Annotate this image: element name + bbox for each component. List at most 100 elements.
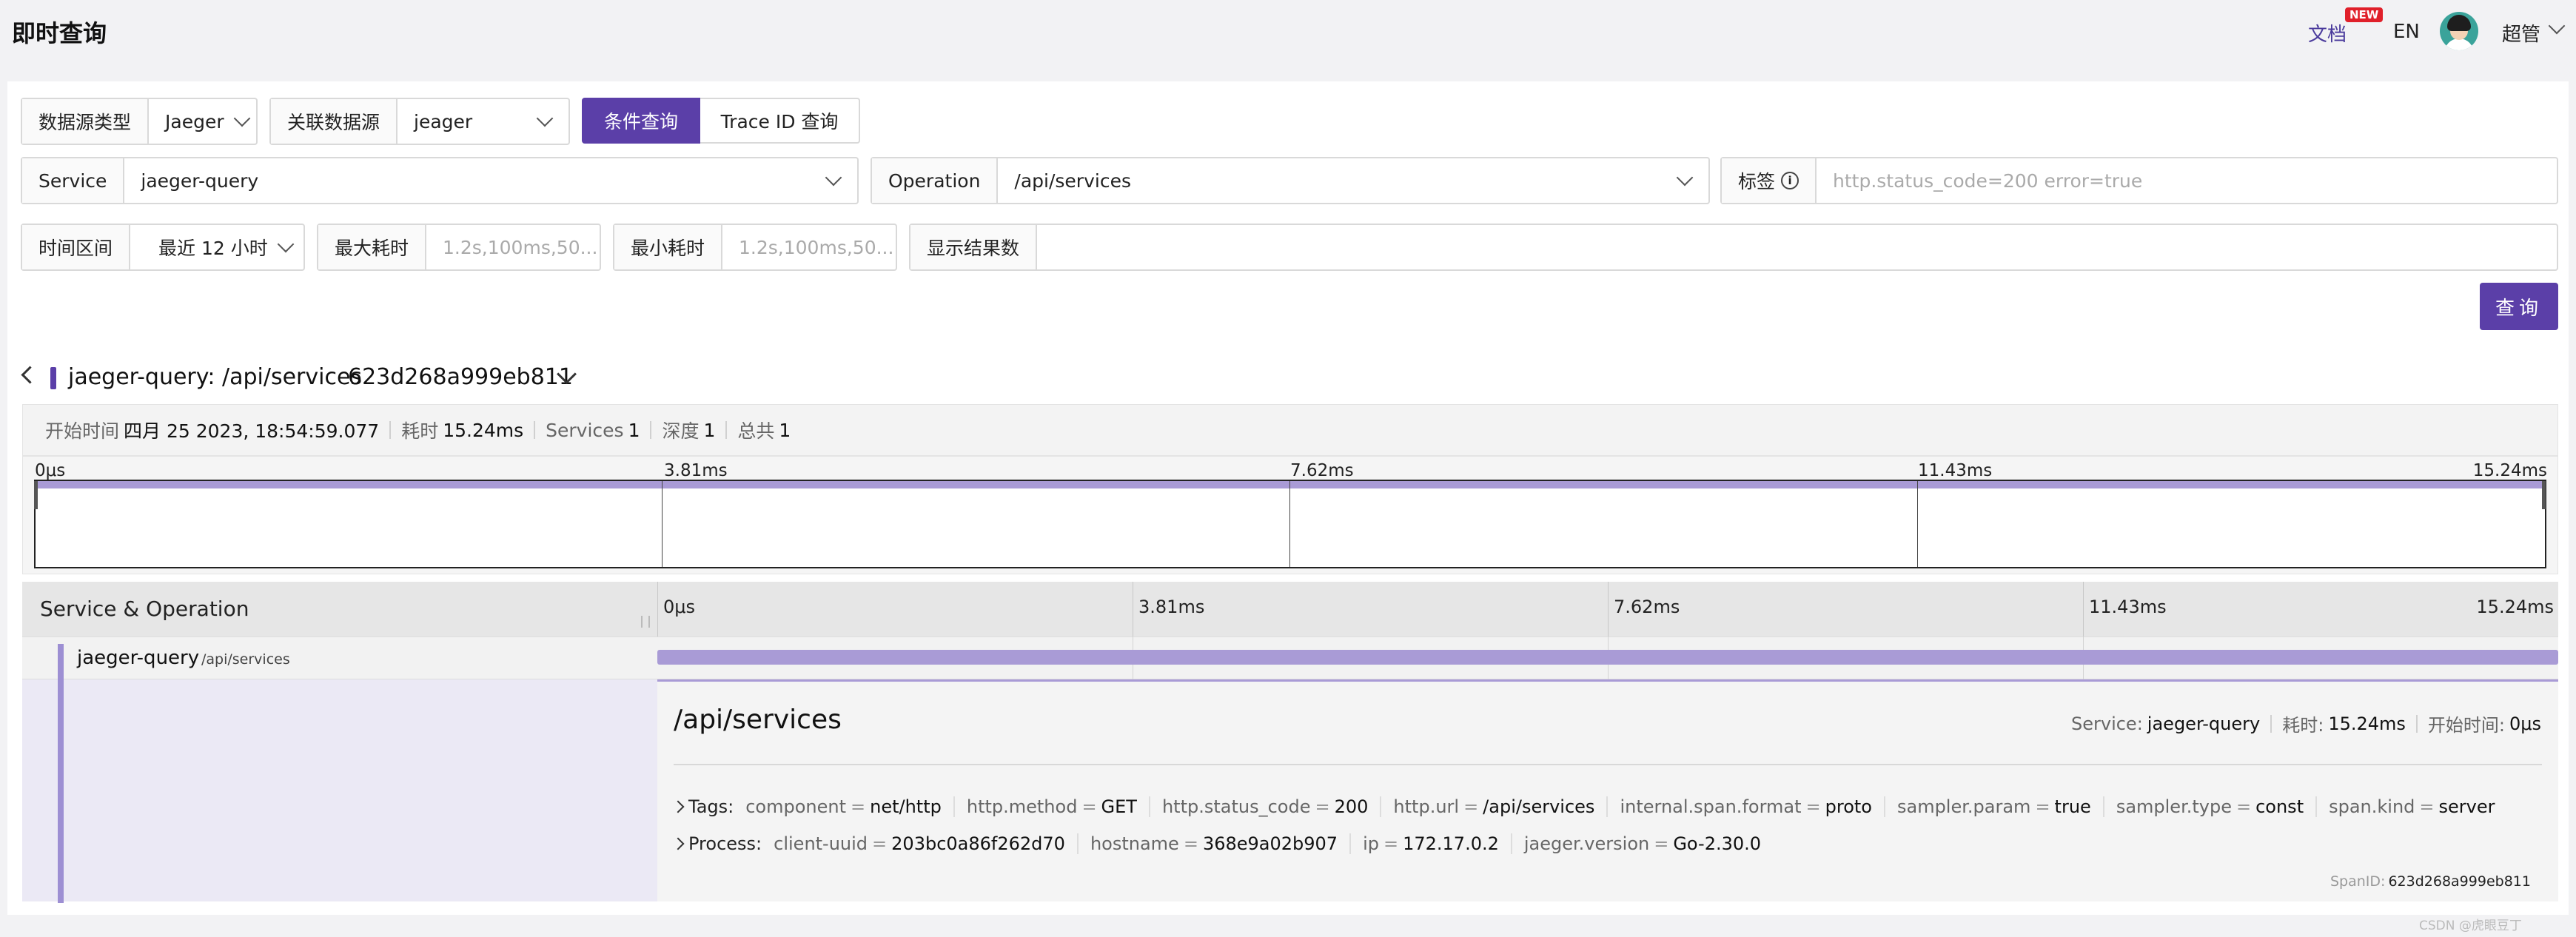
tag-value: /api/services — [1483, 796, 1595, 817]
process-key: client-uuid — [774, 833, 868, 854]
max-duration-label: 最大耗时 — [318, 225, 427, 269]
time-range-select[interactable]: 时间区间 最近 12 小时 — [21, 224, 305, 271]
tag-key: internal.span.format — [1620, 796, 1802, 817]
equals-sign: = — [1654, 833, 1669, 854]
kv-separator — [1349, 833, 1352, 854]
span-service-name[interactable]: jaeger-query — [77, 647, 199, 669]
title-accent-bar — [50, 367, 56, 389]
process-value: 172.17.0.2 — [1403, 833, 1499, 854]
minimap-gridline — [662, 481, 663, 567]
kv-separator — [1883, 796, 1885, 817]
tag-item: sampler.type = const — [2116, 796, 2304, 817]
max-duration-field[interactable]: 最大耗时 1.2s,100ms,50... — [317, 224, 601, 271]
span-id: SpanID: 623d268a999eb811 — [2330, 873, 2531, 890]
span-duration-bar[interactable] — [657, 650, 2558, 665]
service-select[interactable]: Service jaeger-query — [21, 157, 859, 204]
min-duration-label: 最小耗时 — [614, 225, 723, 269]
tag-value: server — [2438, 796, 2495, 817]
linked-datasource-label: 关联数据源 — [271, 99, 398, 144]
services-value: 1 — [628, 419, 640, 441]
result-limit-field[interactable]: 显示结果数 — [909, 224, 2558, 271]
tag-value: GET — [1101, 796, 1137, 817]
query-button[interactable]: 查询 — [2480, 283, 2558, 330]
operation-select[interactable]: Operation /api/services — [871, 157, 1710, 204]
tag-item: http.status_code = 200 — [1162, 796, 1368, 817]
username[interactable]: 超管 — [2502, 19, 2540, 47]
process-value: Go-2.30.0 — [1673, 833, 1762, 854]
language-switch[interactable]: EN — [2393, 21, 2420, 43]
timeline-tick: 15.24ms — [2476, 597, 2554, 617]
timeline-tick: 7.62ms — [1614, 597, 1680, 617]
detail-service-label: Service: — [2071, 713, 2143, 734]
kv-separator — [2315, 796, 2318, 817]
tags-field[interactable]: 标签 i http.status_code=200 error=true — [1720, 157, 2558, 204]
linked-datasource-value: jeager — [414, 110, 473, 132]
process-value: 203bc0a86f262d70 — [891, 833, 1065, 854]
total-label: 总共 — [737, 420, 775, 442]
process-row: Process: client-uuid = 203bc0a86f262d70 hos… — [671, 833, 1762, 854]
detail-service-value: jaeger-query — [2147, 713, 2261, 734]
docs-link[interactable]: 文档 — [2308, 19, 2347, 47]
kv-separator — [953, 796, 955, 817]
chevron-down-icon — [1676, 169, 1694, 187]
avatar[interactable] — [2440, 12, 2478, 50]
tag-item: span.kind = server — [2329, 796, 2495, 817]
min-duration-field[interactable]: 最小耗时 1.2s,100ms,50... — [613, 224, 897, 271]
timeline-tick: 0μs — [663, 597, 696, 617]
tag-key: component — [745, 796, 846, 817]
timeline-header — [22, 582, 2558, 637]
span-detail-meta: Service: jaeger-query 耗时: 15.24ms 开始时间: … — [2071, 711, 2541, 736]
tags-input[interactable]: http.status_code=200 error=true — [1833, 170, 2142, 192]
column-resize-handle[interactable] — [641, 616, 650, 628]
process-row-label: Process: — [688, 833, 762, 854]
duration-value: 15.24ms — [443, 419, 524, 441]
chevron-down-icon — [825, 169, 842, 187]
kv-separator — [1148, 796, 1150, 817]
minimap-gridline — [1289, 481, 1290, 567]
kv-separator — [1606, 796, 1609, 817]
tag-value: 200 — [1334, 796, 1369, 817]
chevron-right-icon[interactable] — [671, 800, 685, 813]
process-toggle[interactable]: Process: — [671, 833, 762, 854]
depth-value: 1 — [703, 419, 716, 441]
process-item: hostname = 368e9a02b907 — [1090, 833, 1338, 854]
service-label: Service — [22, 158, 125, 203]
info-icon[interactable]: i — [1781, 172, 1799, 189]
process-value: 368e9a02b907 — [1202, 833, 1338, 854]
process-item: ip = 172.17.0.2 — [1363, 833, 1499, 854]
kv-separator — [2102, 796, 2104, 817]
tab-trace-id-query[interactable]: Trace ID 查询 — [700, 98, 860, 144]
datasource-type-label: 数据源类型 — [22, 99, 150, 144]
minimap-canvas[interactable] — [34, 480, 2546, 568]
service-operation-header: Service & Operation — [40, 597, 249, 621]
chevron-right-icon[interactable] — [671, 837, 685, 850]
min-duration-input[interactable]: 1.2s,100ms,50... — [739, 237, 893, 258]
minimap-span-bar — [36, 481, 2545, 488]
trace-title: jaeger-query: /api/services — [68, 364, 363, 390]
chevron-down-icon[interactable] — [2548, 17, 2566, 35]
tag-value: proto — [1825, 796, 1872, 817]
minimap-tick: 15.24ms — [2472, 461, 2547, 480]
time-range-label: 时间区间 — [22, 225, 131, 269]
tags-toggle[interactable]: Tags: — [671, 796, 734, 817]
linked-datasource-select[interactable]: 关联数据源 jeager — [269, 98, 570, 145]
max-duration-input[interactable]: 1.2s,100ms,50... — [443, 237, 597, 258]
tags-row-label: Tags: — [688, 796, 734, 817]
datasource-type-select[interactable]: 数据源类型 Jaeger — [21, 98, 258, 145]
tab-condition-query[interactable]: 条件查询 — [582, 98, 700, 144]
process-key: hostname — [1090, 833, 1179, 854]
detail-duration-value: 15.24ms — [2328, 713, 2406, 734]
tag-item: component = net/http — [745, 796, 942, 817]
kv-separator — [1076, 833, 1079, 854]
kv-separator — [1510, 833, 1512, 854]
duration-label: 耗时 — [401, 420, 439, 442]
tag-key: http.url — [1393, 796, 1460, 817]
span-operation-name: /api/services — [201, 651, 290, 668]
minimap-left-handle[interactable] — [34, 481, 38, 509]
chevron-down-icon — [233, 110, 250, 127]
equals-sign: = — [1805, 796, 1821, 817]
services-label: Services — [546, 419, 624, 441]
tag-item: internal.span.format = proto — [1620, 796, 1872, 817]
equals-sign: = — [1463, 796, 1479, 817]
minimap-right-handle[interactable] — [2542, 481, 2546, 509]
